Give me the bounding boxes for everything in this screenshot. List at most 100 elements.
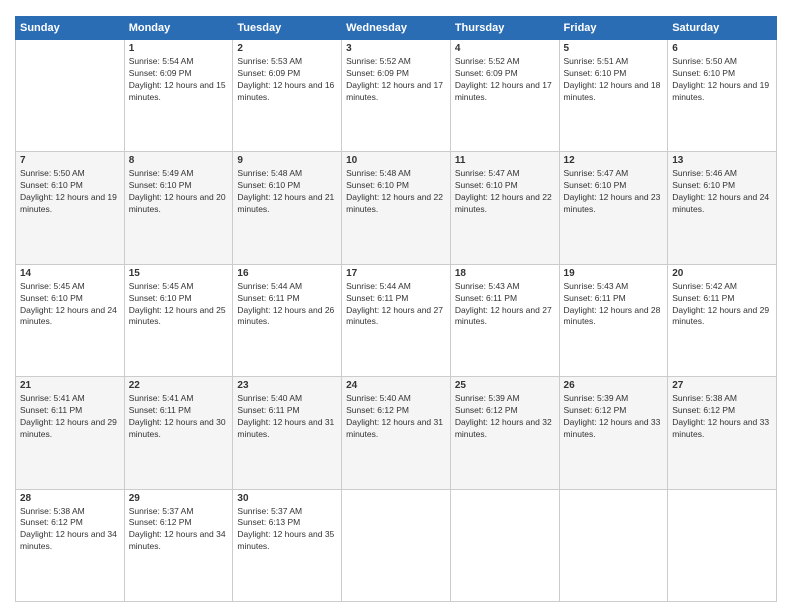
day-info: Sunrise: 5:50 AMSunset: 6:10 PMDaylight:… [20, 168, 120, 216]
day-cell: 20 Sunrise: 5:42 AMSunset: 6:11 PMDayligh… [668, 264, 777, 376]
header-row: SundayMondayTuesdayWednesdayThursdayFrid… [16, 17, 777, 40]
day-info: Sunrise: 5:47 AMSunset: 6:10 PMDaylight:… [564, 168, 664, 216]
day-info: Sunrise: 5:38 AMSunset: 6:12 PMDaylight:… [672, 393, 772, 441]
day-number: 14 [20, 268, 120, 279]
day-info: Sunrise: 5:48 AMSunset: 6:10 PMDaylight:… [346, 168, 446, 216]
day-info: Sunrise: 5:45 AMSunset: 6:10 PMDaylight:… [129, 281, 229, 329]
day-cell: 13 Sunrise: 5:46 AMSunset: 6:10 PMDayligh… [668, 152, 777, 264]
day-cell: 8 Sunrise: 5:49 AMSunset: 6:10 PMDaylight… [124, 152, 233, 264]
day-number: 10 [346, 155, 446, 166]
day-cell: 6 Sunrise: 5:50 AMSunset: 6:10 PMDaylight… [668, 40, 777, 152]
day-cell: 5Sunrise: 5:51 AMSunset: 6:10 PMDaylight… [559, 40, 668, 152]
week-row-3: 14 Sunrise: 5:45 AMSunset: 6:10 PMDayligh… [16, 264, 777, 376]
day-cell: 22 Sunrise: 5:41 AMSunset: 6:11 PMDayligh… [124, 377, 233, 489]
day-cell: 9 Sunrise: 5:48 AMSunset: 6:10 PMDaylight… [233, 152, 342, 264]
day-number: 24 [346, 380, 446, 391]
day-cell: 16Sunrise: 5:44 AMSunset: 6:11 PMDayligh… [233, 264, 342, 376]
day-info: Sunrise: 5:39 AMSunset: 6:12 PMDaylight:… [455, 393, 555, 441]
col-header-monday: Monday [124, 17, 233, 40]
day-number: 21 [20, 380, 120, 391]
day-number: 19 [564, 268, 664, 279]
day-info: Sunrise: 5:50 AMSunset: 6:10 PMDaylight:… [672, 56, 772, 104]
day-info: Sunrise: 5:40 AMSunset: 6:12 PMDaylight:… [346, 393, 446, 441]
day-cell: 17 Sunrise: 5:44 AMSunset: 6:11 PMDayligh… [342, 264, 451, 376]
calendar-table: SundayMondayTuesdayWednesdayThursdayFrid… [15, 16, 777, 602]
week-row-1: 1 Sunrise: 5:54 AMSunset: 6:09 PMDaylight… [16, 40, 777, 152]
day-number: 25 [455, 380, 555, 391]
week-row-4: 21 Sunrise: 5:41 AMSunset: 6:11 PMDayligh… [16, 377, 777, 489]
day-cell: 26 Sunrise: 5:39 AMSunset: 6:12 PMDayligh… [559, 377, 668, 489]
col-header-saturday: Saturday [668, 17, 777, 40]
day-info: Sunrise: 5:49 AMSunset: 6:10 PMDaylight:… [129, 168, 229, 216]
day-number: 22 [129, 380, 229, 391]
day-cell [668, 489, 777, 601]
day-number: 5 [564, 43, 664, 54]
day-info: Sunrise: 5:46 AMSunset: 6:10 PMDaylight:… [672, 168, 772, 216]
col-header-sunday: Sunday [16, 17, 125, 40]
day-number: 6 [672, 43, 772, 54]
col-header-tuesday: Tuesday [233, 17, 342, 40]
day-number: 13 [672, 155, 772, 166]
day-info: Sunrise: 5:43 AMSunset: 6:11 PMDaylight:… [564, 281, 664, 329]
day-cell [16, 40, 125, 152]
day-number: 26 [564, 380, 664, 391]
day-number: 18 [455, 268, 555, 279]
day-number: 27 [672, 380, 772, 391]
day-cell: 14 Sunrise: 5:45 AMSunset: 6:10 PMDayligh… [16, 264, 125, 376]
week-row-2: 7 Sunrise: 5:50 AMSunset: 6:10 PMDaylight… [16, 152, 777, 264]
day-cell: 3 Sunrise: 5:52 AMSunset: 6:09 PMDaylight… [342, 40, 451, 152]
day-cell [342, 489, 451, 601]
day-info: Sunrise: 5:42 AMSunset: 6:11 PMDaylight:… [672, 281, 772, 329]
day-cell: 7 Sunrise: 5:50 AMSunset: 6:10 PMDaylight… [16, 152, 125, 264]
day-cell: 11 Sunrise: 5:47 AMSunset: 6:10 PMDayligh… [450, 152, 559, 264]
day-cell: 21 Sunrise: 5:41 AMSunset: 6:11 PMDayligh… [16, 377, 125, 489]
col-header-friday: Friday [559, 17, 668, 40]
day-cell [450, 489, 559, 601]
day-info: Sunrise: 5:52 AMSunset: 6:09 PMDaylight:… [346, 56, 446, 104]
page: General Blue SundayMondayTuesdayWednesda… [0, 0, 792, 612]
week-row-5: 28 Sunrise: 5:38 AMSunset: 6:12 PMDayligh… [16, 489, 777, 601]
day-info: Sunrise: 5:41 AMSunset: 6:11 PMDaylight:… [20, 393, 120, 441]
day-number: 28 [20, 493, 120, 504]
col-header-thursday: Thursday [450, 17, 559, 40]
day-number: 3 [346, 43, 446, 54]
day-cell: 28 Sunrise: 5:38 AMSunset: 6:12 PMDayligh… [16, 489, 125, 601]
day-info: Sunrise: 5:37 AMSunset: 6:12 PMDaylight:… [129, 506, 229, 554]
day-cell: 24 Sunrise: 5:40 AMSunset: 6:12 PMDayligh… [342, 377, 451, 489]
day-info: Sunrise: 5:38 AMSunset: 6:12 PMDaylight:… [20, 506, 120, 554]
day-cell: 4 Sunrise: 5:52 AMSunset: 6:09 PMDaylight… [450, 40, 559, 152]
day-cell: 29Sunrise: 5:37 AMSunset: 6:12 PMDayligh… [124, 489, 233, 601]
day-number: 23 [237, 380, 337, 391]
day-cell: 19 Sunrise: 5:43 AMSunset: 6:11 PMDayligh… [559, 264, 668, 376]
day-info: Sunrise: 5:53 AMSunset: 6:09 PMDaylight:… [237, 56, 337, 104]
day-cell: 30 Sunrise: 5:37 AMSunset: 6:13 PMDayligh… [233, 489, 342, 601]
day-number: 1 [129, 43, 229, 54]
day-info: Sunrise: 5:43 AMSunset: 6:11 PMDaylight:… [455, 281, 555, 329]
day-cell: 15Sunrise: 5:45 AMSunset: 6:10 PMDayligh… [124, 264, 233, 376]
day-number: 8 [129, 155, 229, 166]
day-info: Sunrise: 5:44 AMSunset: 6:11 PMDaylight:… [346, 281, 446, 329]
day-info: Sunrise: 5:48 AMSunset: 6:10 PMDaylight:… [237, 168, 337, 216]
day-cell: 10 Sunrise: 5:48 AMSunset: 6:10 PMDayligh… [342, 152, 451, 264]
day-cell: 18 Sunrise: 5:43 AMSunset: 6:11 PMDayligh… [450, 264, 559, 376]
day-number: 2 [237, 43, 337, 54]
day-info: Sunrise: 5:45 AMSunset: 6:10 PMDaylight:… [20, 281, 120, 329]
day-info: Sunrise: 5:40 AMSunset: 6:11 PMDaylight:… [237, 393, 337, 441]
day-number: 20 [672, 268, 772, 279]
day-info: Sunrise: 5:54 AMSunset: 6:09 PMDaylight:… [129, 56, 229, 104]
day-number: 12 [564, 155, 664, 166]
day-number: 9 [237, 155, 337, 166]
day-number: 7 [20, 155, 120, 166]
day-number: 11 [455, 155, 555, 166]
day-info: Sunrise: 5:47 AMSunset: 6:10 PMDaylight:… [455, 168, 555, 216]
day-cell: 25 Sunrise: 5:39 AMSunset: 6:12 PMDayligh… [450, 377, 559, 489]
day-cell: 2 Sunrise: 5:53 AMSunset: 6:09 PMDaylight… [233, 40, 342, 152]
day-info: Sunrise: 5:39 AMSunset: 6:12 PMDaylight:… [564, 393, 664, 441]
day-number: 17 [346, 268, 446, 279]
day-number: 30 [237, 493, 337, 504]
day-info: Sunrise: 5:37 AMSunset: 6:13 PMDaylight:… [237, 506, 337, 554]
day-info: Sunrise: 5:44 AMSunset: 6:11 PMDaylight:… [237, 281, 337, 329]
day-info: Sunrise: 5:52 AMSunset: 6:09 PMDaylight:… [455, 56, 555, 104]
day-info: Sunrise: 5:41 AMSunset: 6:11 PMDaylight:… [129, 393, 229, 441]
day-number: 4 [455, 43, 555, 54]
